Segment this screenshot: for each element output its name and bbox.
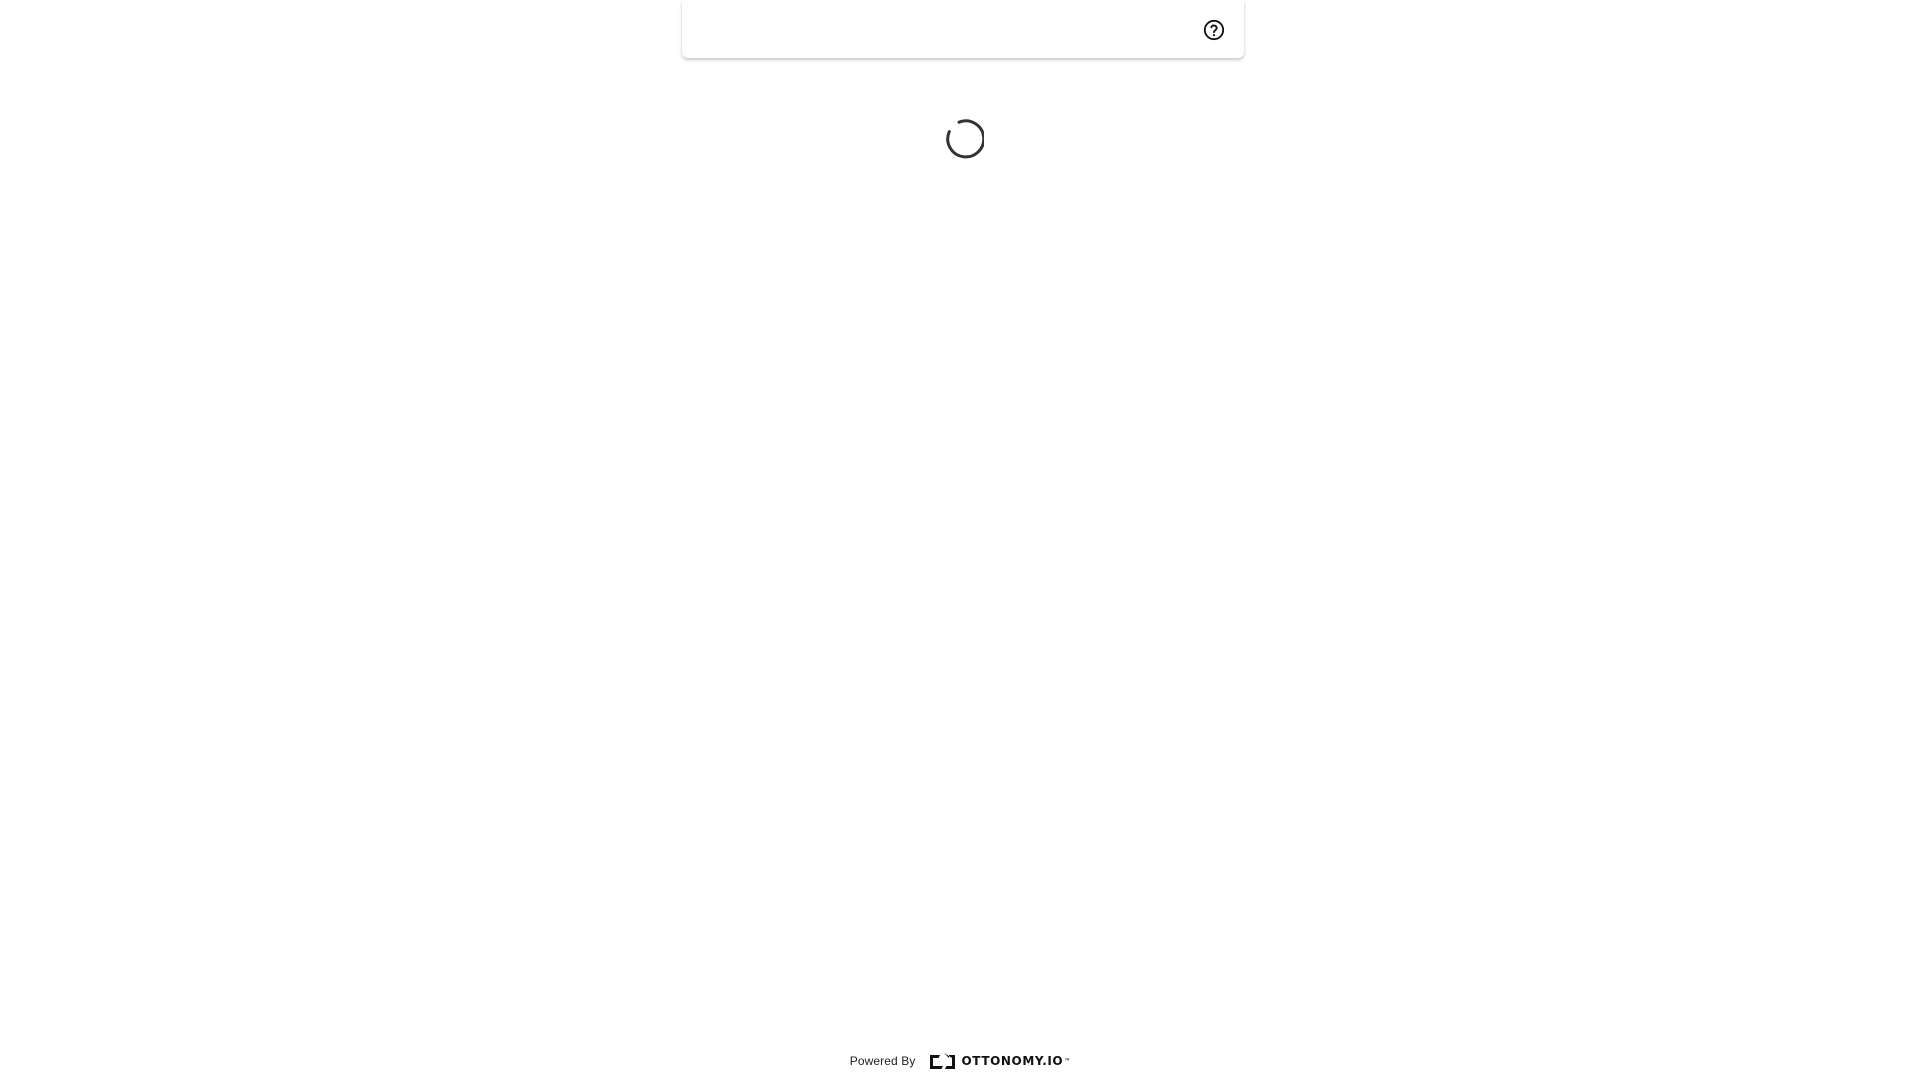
loading-spinner <box>940 118 986 162</box>
ottonomy-brand-text: OTTONOMY.IO <box>961 1054 1064 1068</box>
top-bar <box>682 0 1244 58</box>
ottonomy-logo-link[interactable]: OTTONOMY.IO ™ <box>927 1051 1070 1071</box>
help-circle-icon <box>1203 19 1225 41</box>
app-root: Powered By OTTONOMY.IO ™ <box>0 0 1920 1080</box>
trademark-symbol: ™ <box>1064 1057 1071 1065</box>
footer: Powered By OTTONOMY.IO ™ <box>0 1049 1920 1073</box>
ottonomy-logo-icon <box>930 1053 956 1069</box>
powered-by-label: Powered By <box>849 1054 916 1068</box>
help-button[interactable] <box>1202 18 1226 42</box>
